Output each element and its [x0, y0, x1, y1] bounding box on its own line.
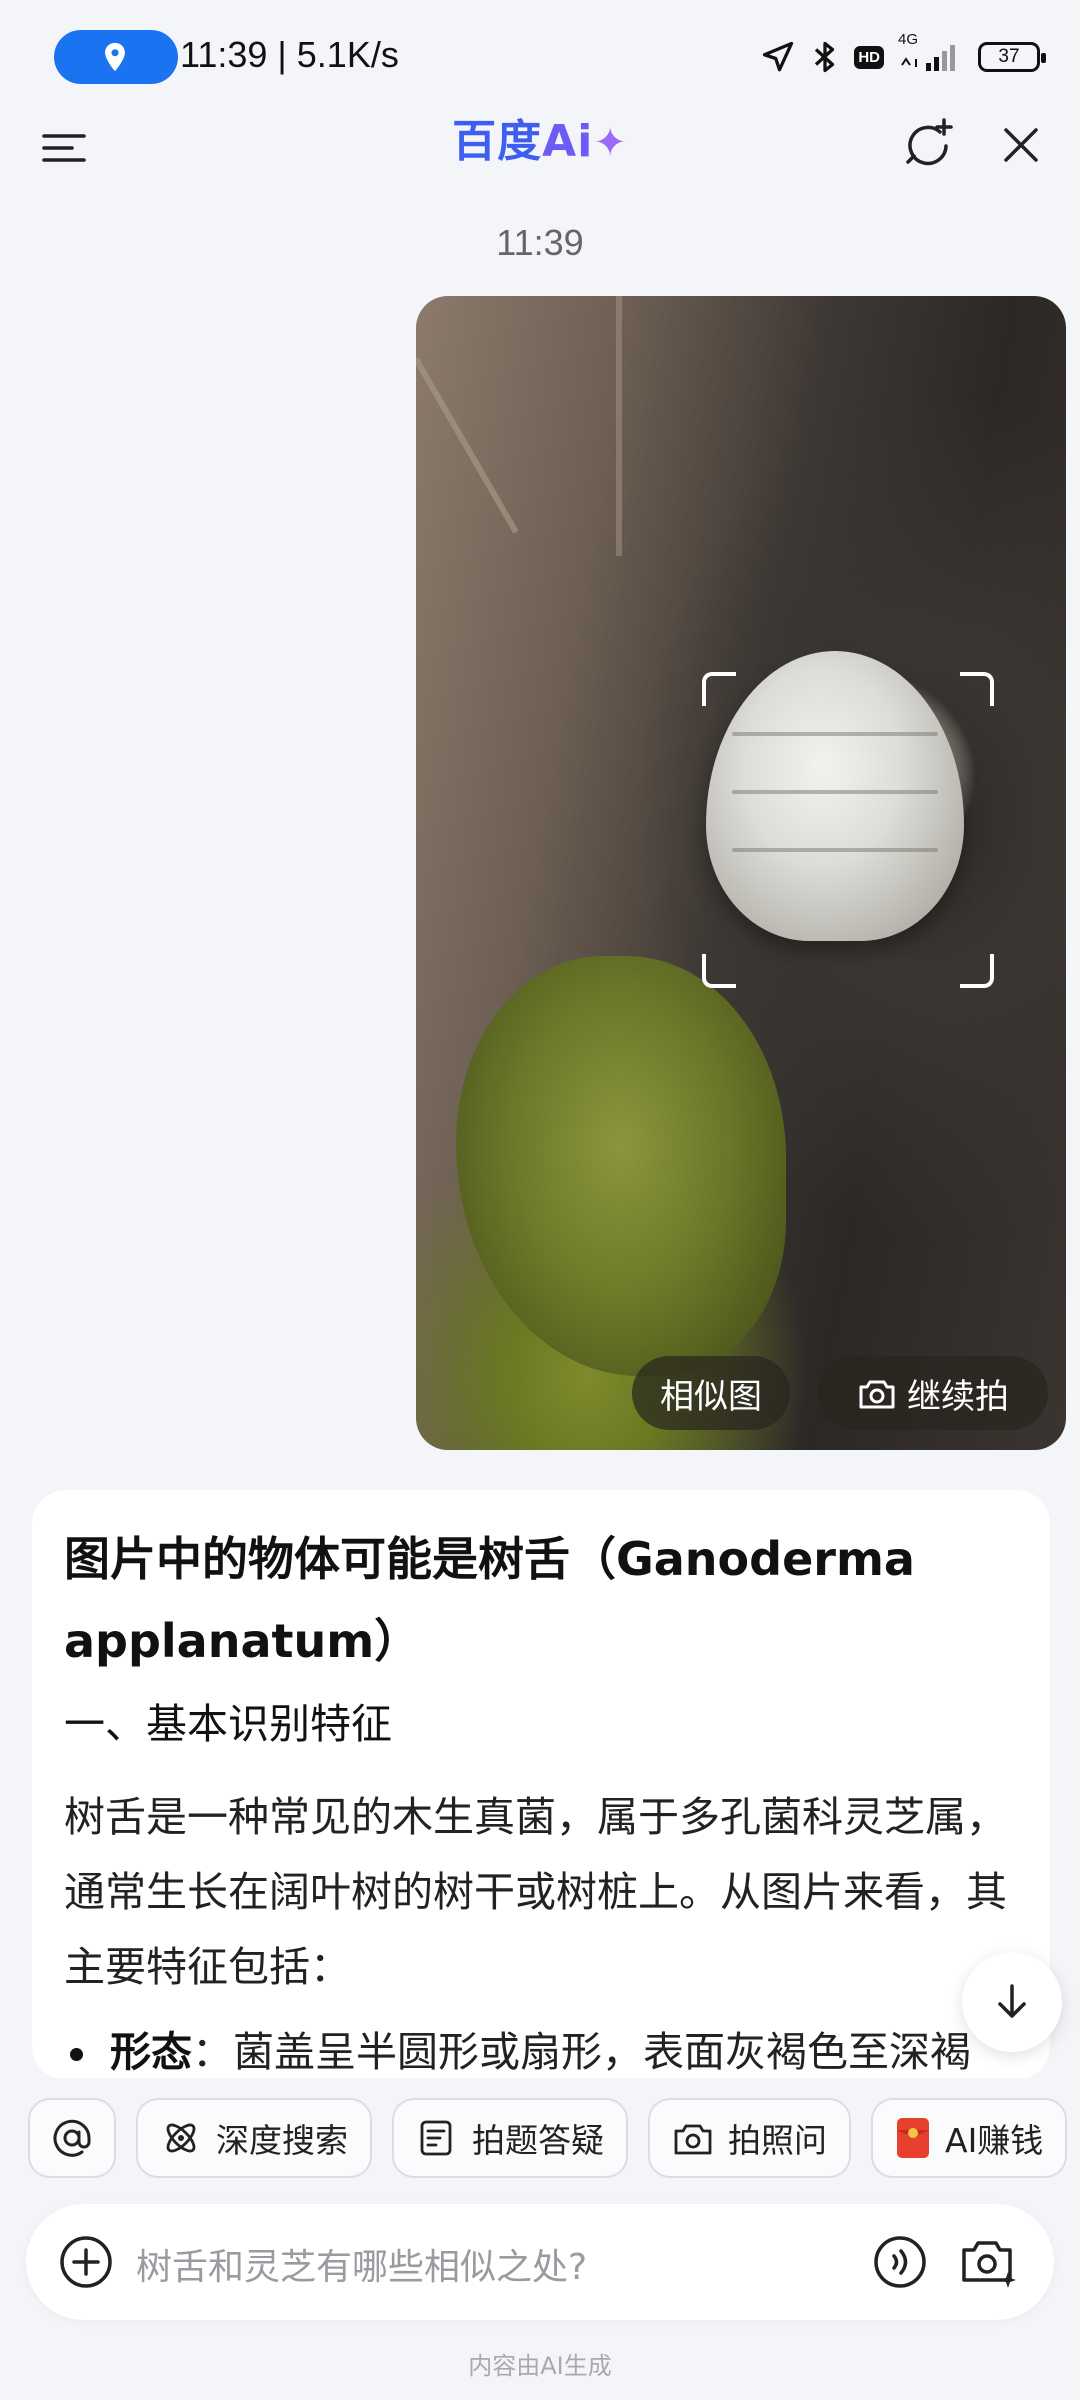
scroll-to-bottom-button[interactable] — [962, 1952, 1062, 2052]
photo-ask-chip[interactable]: 拍照问 — [648, 2098, 851, 2178]
status-bar: 11:39 | 5.1K/s HD 4G 37 — [0, 0, 1080, 110]
close-icon[interactable] — [996, 120, 1046, 170]
quick-actions: 深度搜索 拍题答疑 拍照问 AI赚钱 — [28, 2098, 1068, 2178]
continue-shooting-button[interactable]: 继续拍 — [818, 1356, 1048, 1430]
uploaded-photo[interactable]: 相似图 继续拍 — [416, 296, 1066, 1450]
sparkle-icon: ✦ — [593, 120, 628, 166]
ai-earn-chip[interactable]: AI赚钱 — [871, 2098, 1068, 2178]
answer-card: 图片中的物体可能是树舌（Ganoderma applanatum） 一、基本识别… — [32, 1490, 1050, 2080]
at-icon — [53, 2119, 91, 2157]
voice-icon[interactable] — [872, 2234, 928, 2294]
location-pill[interactable] — [54, 30, 178, 84]
focus-bracket — [960, 954, 994, 988]
similar-images-button[interactable]: 相似图 — [632, 1356, 790, 1430]
focus-bracket — [960, 672, 994, 706]
app-header: 百度Ai✦ — [0, 110, 1080, 240]
navigation-arrow-icon — [760, 39, 796, 75]
arrow-down-icon — [998, 1984, 1026, 2018]
chat-input-bar[interactable]: 树舌和灵芝有哪些相似之处? — [26, 2204, 1054, 2320]
answer-bullet: 形态：菌盖呈半圆形或扇形，表面灰褐色至深褐 — [64, 2015, 1018, 2080]
chat-input-placeholder[interactable]: 树舌和灵芝有哪些相似之处? — [136, 2238, 587, 2290]
photo-question-chip[interactable]: 拍题答疑 — [392, 2098, 628, 2178]
camera-icon — [674, 2124, 712, 2155]
bottom-panel: 深度搜索 拍题答疑 拍照问 AI赚钱 树舌和灵芝有哪些相似之处? 内容由AI生成 — [0, 2078, 1080, 2400]
camera-icon[interactable] — [958, 2232, 1018, 2296]
answer-title: 图片中的物体可能是树舌（Ganoderma applanatum） — [64, 1532, 915, 1668]
camera-icon — [859, 1380, 895, 1409]
note-icon — [420, 2120, 452, 2156]
battery-indicator: 37 — [978, 42, 1046, 72]
mention-button[interactable] — [28, 2098, 116, 2178]
deep-search-chip[interactable]: 深度搜索 — [136, 2098, 372, 2178]
hd-badge: HD — [854, 45, 884, 69]
focus-bracket — [702, 672, 736, 706]
focus-bracket — [702, 954, 736, 988]
atom-icon — [166, 2123, 196, 2153]
answer-paragraph: 树舌是一种常见的木生真菌，属于多孔菌科灵芝属，通常生长在阔叶树的树干或树桩上。从… — [64, 1793, 1007, 1991]
answer-section-heading: 一、基本识别特征 — [64, 1700, 392, 1748]
new-chat-icon[interactable] — [900, 116, 956, 172]
add-icon[interactable] — [58, 2234, 114, 2294]
bluetooth-icon — [810, 39, 840, 75]
location-pin-icon — [105, 42, 125, 72]
signal-icon: 4G — [898, 31, 964, 75]
status-time: 11:39 | 5.1K/s — [180, 34, 399, 75]
red-envelope-icon — [897, 2118, 929, 2158]
message-timestamp: 11:39 — [496, 222, 584, 263]
fungus-subject — [706, 651, 964, 941]
ai-generated-note: 内容由AI生成 — [468, 2352, 612, 2380]
